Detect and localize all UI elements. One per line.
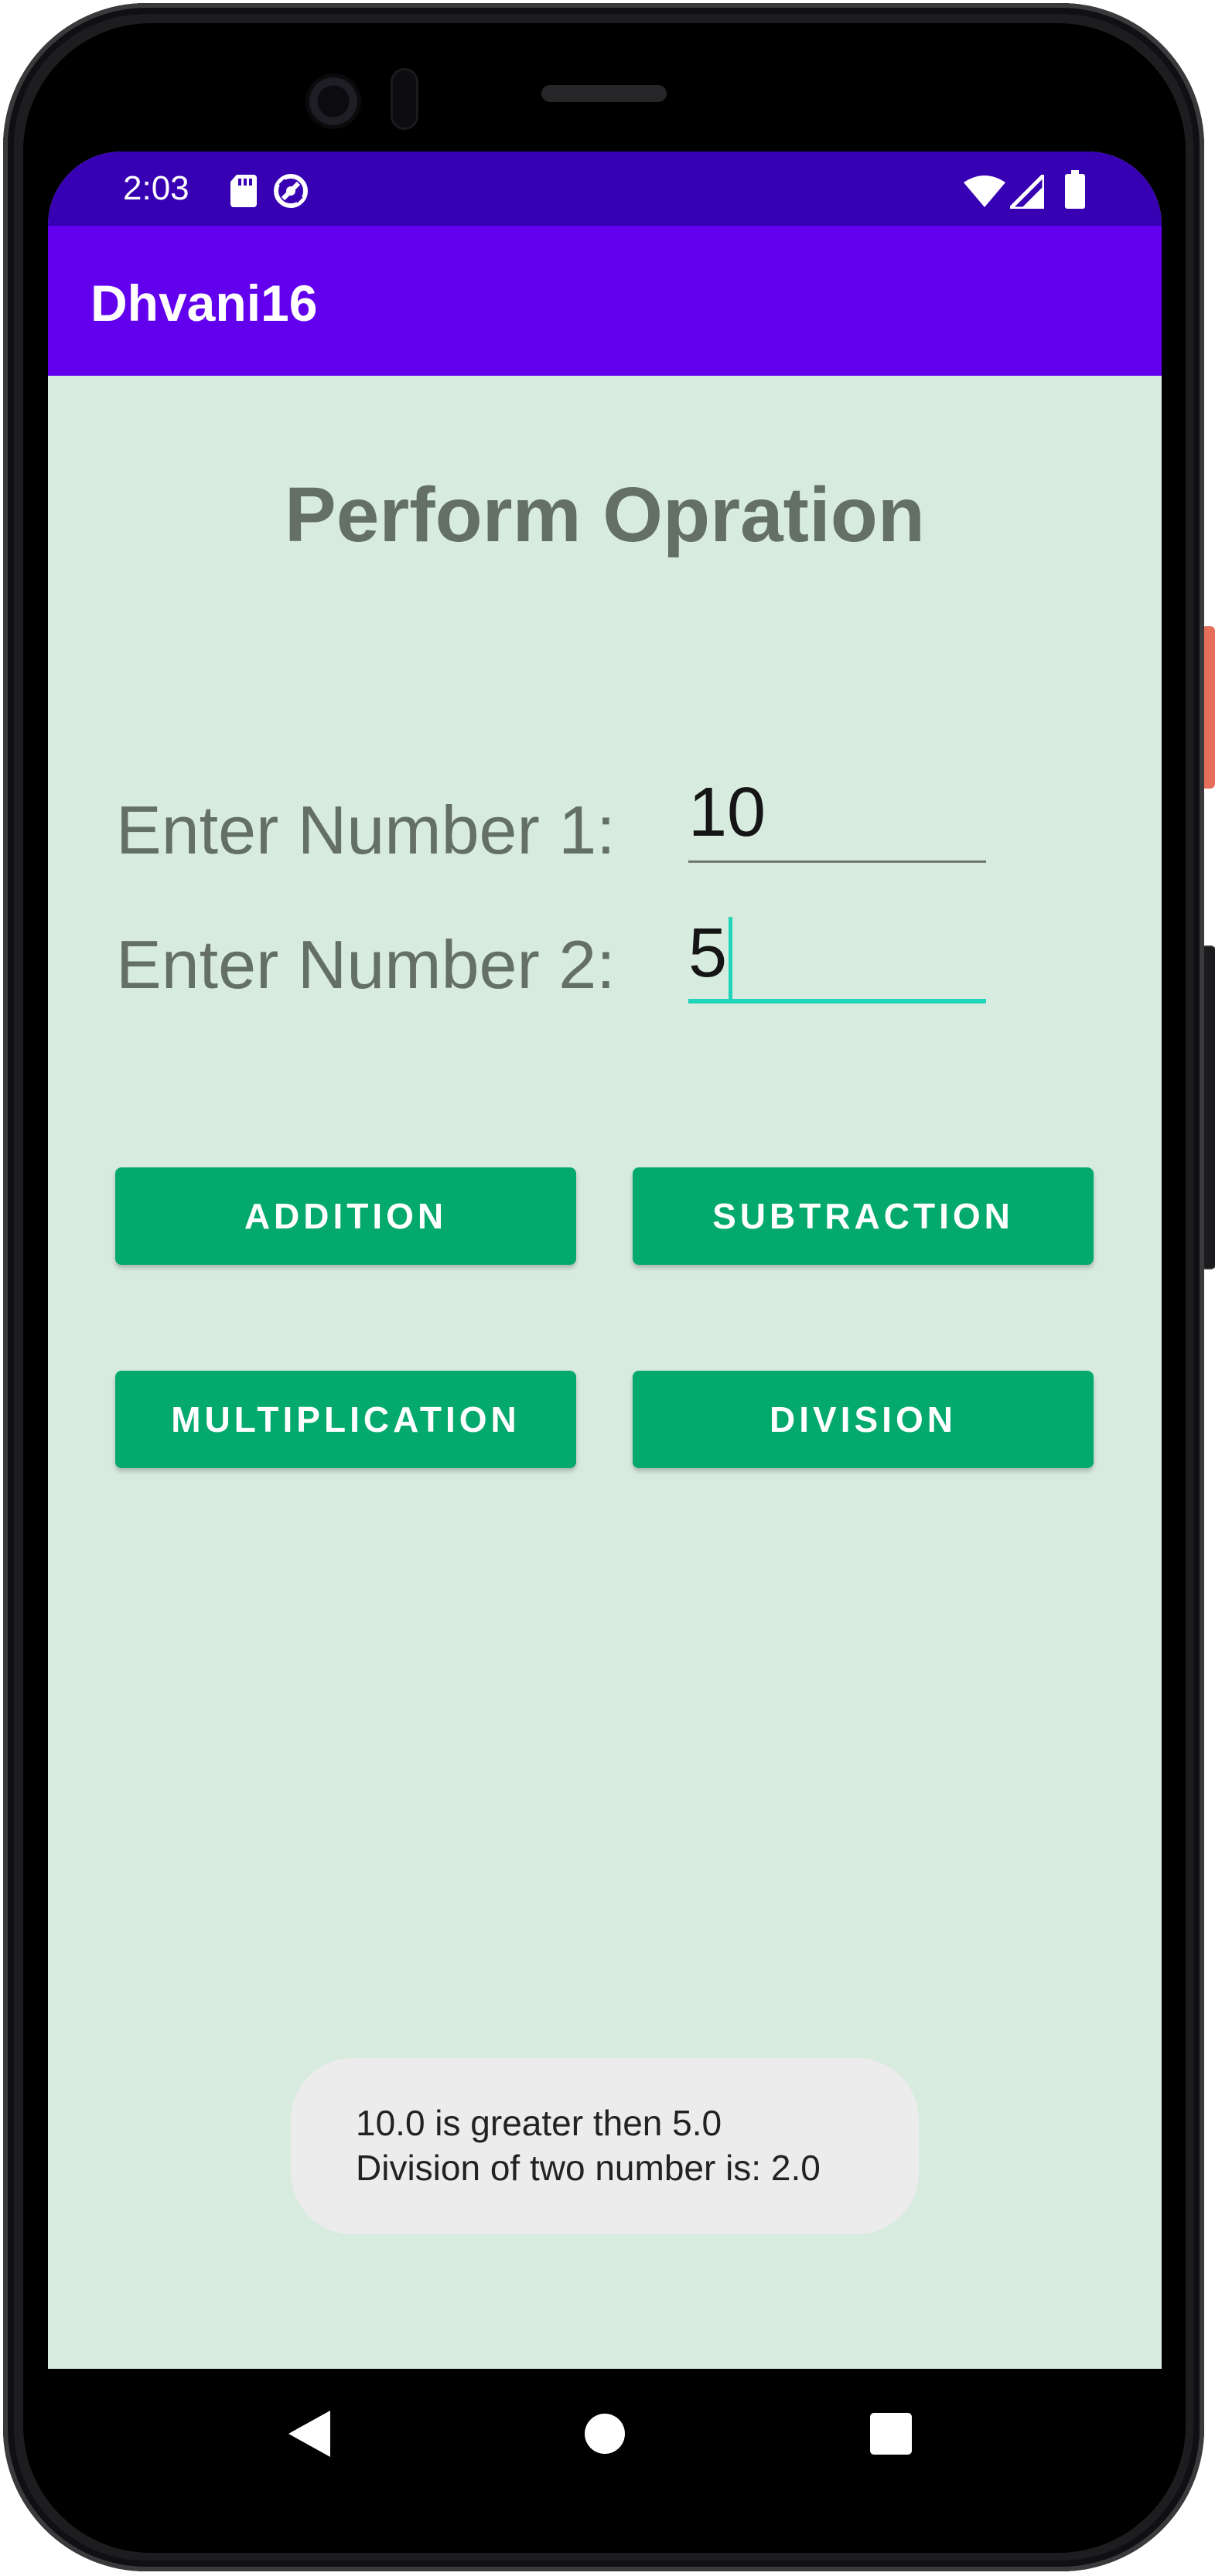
toast-line-2: Division of two number is: 2.0 bbox=[356, 2148, 821, 2188]
number1-value: 10 bbox=[688, 774, 766, 851]
cellular-signal-icon bbox=[1010, 175, 1044, 209]
toast-line-1: 10.0 is greater then 5.0 bbox=[356, 2103, 722, 2143]
phone-screen: 2:03 Dhvani16 Perform Opration Enter Num… bbox=[48, 152, 1162, 2440]
home-icon[interactable] bbox=[583, 2412, 626, 2455]
number2-label: Enter Number 2: bbox=[116, 926, 616, 1003]
wifi-icon bbox=[964, 175, 1005, 207]
number1-label: Enter Number 1: bbox=[116, 792, 616, 868]
number2-underline bbox=[688, 999, 986, 1003]
recents-icon[interactable] bbox=[870, 2413, 912, 2455]
data-saver-icon bbox=[274, 174, 308, 208]
number1-input[interactable]: 10 bbox=[688, 762, 986, 863]
number2-input[interactable]: 5 bbox=[688, 903, 986, 1003]
division-button[interactable]: DIVISION bbox=[633, 1371, 1094, 1468]
back-icon[interactable] bbox=[288, 2411, 330, 2457]
earpiece-speaker-icon bbox=[541, 85, 667, 102]
app-title: Dhvani16 bbox=[90, 274, 318, 332]
app-bar: Dhvani16 bbox=[48, 226, 1162, 376]
toast-message: 10.0 is greater then 5.0 Division of two… bbox=[291, 2058, 919, 2234]
battery-icon bbox=[1065, 170, 1085, 209]
text-cursor bbox=[729, 917, 732, 1003]
proximity-sensor-icon bbox=[391, 68, 418, 130]
subtraction-button[interactable]: SUBTRACTION bbox=[633, 1167, 1094, 1265]
sd-card-icon bbox=[230, 175, 257, 207]
page-title: Perform Opration bbox=[285, 472, 925, 558]
status-bar: 2:03 bbox=[48, 152, 1162, 226]
number1-underline bbox=[688, 860, 986, 863]
addition-button[interactable]: ADDITION bbox=[115, 1167, 576, 1265]
status-time: 2:03 bbox=[123, 169, 189, 207]
phone-device: 2:03 Dhvani16 Perform Opration Enter Num… bbox=[0, 0, 1215, 2576]
number2-value: 5 bbox=[688, 915, 728, 992]
multiplication-button[interactable]: MULTIPLICATION bbox=[115, 1371, 576, 1468]
front-camera-icon bbox=[305, 73, 361, 129]
navigation-bar bbox=[48, 2369, 1162, 2500]
